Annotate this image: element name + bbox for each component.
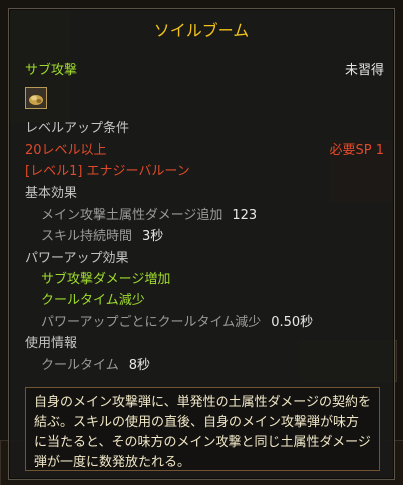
levelup-heading: レベルアップ条件	[25, 121, 130, 136]
basic-effect-row: スキル持続時間 3秒	[41, 225, 163, 244]
skill-title: ソイルブーム	[153, 21, 250, 40]
effect-label: メイン攻撃土属性ダメージ追加	[41, 208, 223, 223]
powerup-heading: パワーアップ効果	[25, 251, 129, 266]
effect-value: 123	[232, 208, 258, 223]
effect-label: スキル持続時間	[41, 229, 133, 244]
skill-type: サブ攻撃	[25, 63, 78, 78]
skill-tooltip: ソイルブーム サブ攻撃 未習得 レベルアップ条件 20レベル以上 必要SP 1 …	[8, 8, 395, 480]
learn-status: 未習得	[344, 63, 384, 78]
cooldown-label: クールタイム	[41, 358, 119, 373]
powerup-detail-value: 0.50秒	[271, 315, 314, 330]
basic-effect-row: メイン攻撃土属性ダメージ追加 123	[41, 204, 257, 223]
basic-effect-heading: 基本効果	[25, 186, 78, 201]
sp-requirement: 必要SP 1	[329, 143, 385, 158]
cooldown-value: 8秒	[128, 358, 151, 373]
skill-description: 自身のメイン攻撃弾に、単発性の土属性ダメージの契約を結ぶ。スキルの使用の直後、自…	[25, 387, 380, 471]
soil-skill-icon	[25, 87, 47, 109]
powerup-detail-label: パワーアップごとにクールタイム減少	[41, 315, 262, 330]
effect-value: 3秒	[142, 229, 164, 244]
powerup-item: サブ攻撃ダメージ増加	[41, 272, 171, 287]
powerup-detail: パワーアップごとにクールタイム減少 0.50秒	[41, 311, 313, 330]
prerequisite-skill: [レベル1] エナジーバルーン	[25, 164, 190, 179]
cooldown-row: クールタイム 8秒	[41, 354, 150, 373]
level-requirement: 20レベル以上	[25, 143, 107, 158]
usage-heading: 使用情報	[25, 336, 78, 351]
powerup-item: クールタイム減少	[41, 293, 145, 308]
